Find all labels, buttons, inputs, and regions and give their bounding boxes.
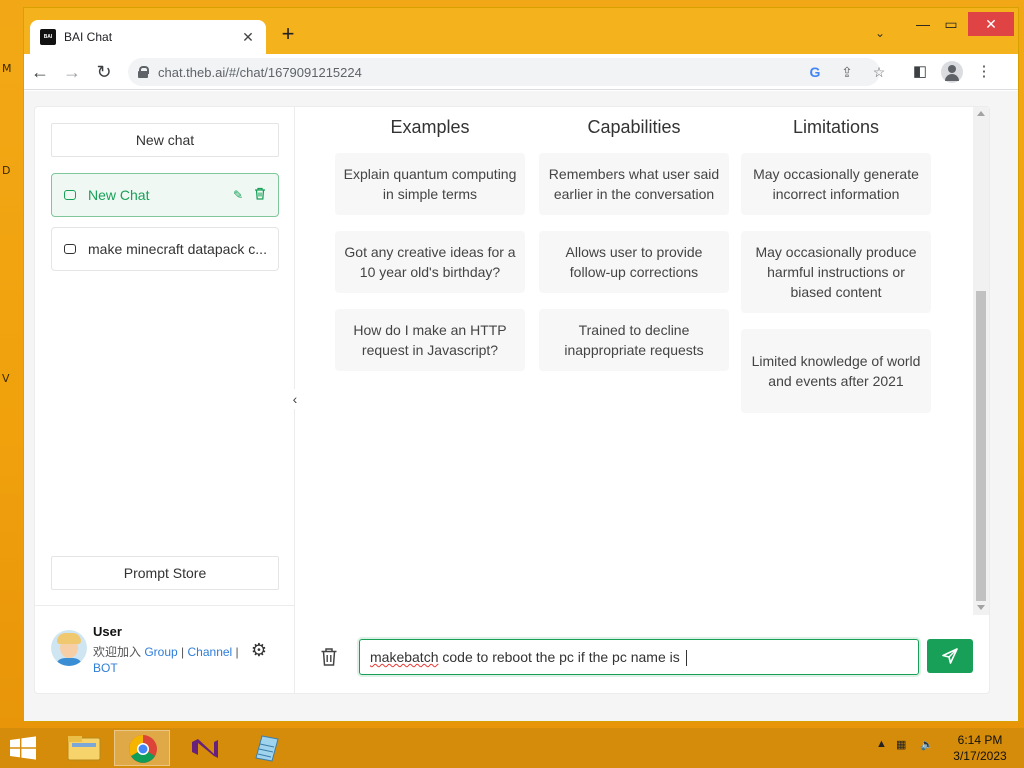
chat-bubble-icon [64, 190, 76, 200]
page-content: New chat New Chat ✎ make minecraft datap… [24, 91, 1018, 721]
column-heading-examples: Examples [390, 117, 470, 137]
favicon-icon: BAI [40, 29, 56, 45]
new-tab-button[interactable]: + [276, 23, 300, 47]
network-icon[interactable]: ▦ [896, 738, 906, 751]
browser-tab[interactable]: BAI BAI Chat ✕ [30, 20, 266, 54]
input-bar: makebatch code to reboot the pc if the p… [295, 633, 989, 683]
desktop-edge-letter: M [2, 62, 12, 75]
windows-start-icon[interactable] [8, 736, 38, 760]
forward-arrow-icon[interactable]: → [60, 60, 84, 84]
share-icon[interactable]: ⇪ [836, 58, 858, 86]
side-panel-icon[interactable]: ◧ [908, 60, 932, 84]
bot-link[interactable]: BOT [93, 661, 118, 675]
clear-chat-trash-icon[interactable] [320, 647, 340, 667]
example-prompt-card[interactable]: Got any creative ideas for a 10 year old… [335, 231, 525, 293]
limitation-card: May occasionally produce harmful instruc… [741, 231, 931, 313]
taskbar: ▲ ▦ 🔈 6:14 PM 3/17/2023 [0, 728, 1024, 768]
chat-list-item[interactable]: New Chat ✎ [51, 173, 279, 217]
chat-item-label: make minecraft datapack c... [88, 241, 267, 257]
send-paper-plane-icon [942, 648, 958, 664]
volume-icon[interactable]: 🔈 [920, 738, 934, 751]
back-arrow-icon[interactable]: ← [28, 60, 52, 84]
edit-pencil-icon[interactable]: ✎ [230, 187, 246, 203]
chrome-icon[interactable] [114, 730, 170, 766]
prompt-store-button[interactable]: Prompt Store [51, 556, 279, 590]
reload-icon[interactable]: ↻ [92, 60, 116, 84]
chat-item-label: New Chat [88, 187, 150, 203]
profile-icon[interactable] [940, 60, 964, 84]
message-input[interactable]: makebatch code to reboot the pc if the p… [359, 639, 919, 675]
close-window-button[interactable]: ✕ [968, 12, 1014, 36]
misspelled-word: makebatch [370, 649, 439, 665]
browser-window: BAI BAI Chat ✕ + ⌄ — ▭ ✕ ← → ↻ chat.theb… [24, 8, 1018, 721]
menu-kebab-icon[interactable]: ⋮ [972, 60, 996, 84]
lock-icon[interactable] [138, 66, 149, 78]
channel-link[interactable]: Channel [188, 645, 233, 659]
minimize-button[interactable]: — [910, 12, 936, 36]
maximize-button[interactable]: ▭ [938, 12, 964, 36]
example-prompt-card[interactable]: How do I make an HTTP request in Javascr… [335, 309, 525, 371]
clock-date: 3/17/2023 [953, 749, 1007, 763]
scroll-down-arrow-icon[interactable] [977, 605, 985, 610]
scrollbar[interactable] [973, 107, 989, 615]
address-bar[interactable]: chat.theb.ai/#/chat/1679091215224 G ⇪ ☆ [128, 58, 885, 86]
desktop-edge-letter: D [2, 164, 11, 177]
column-heading-capabilities: Capabilities [587, 117, 681, 137]
capability-card: Allows user to provide follow-up correct… [539, 231, 729, 293]
text-caret [685, 650, 687, 667]
capability-card: Trained to decline inappropriate request… [539, 309, 729, 371]
column-heading-limitations: Limitations [792, 117, 880, 137]
notepad-icon[interactable] [238, 730, 294, 766]
chat-main: Examples Capabilities Limitations Explai… [295, 107, 989, 693]
settings-gear-icon[interactable]: ⚙ [249, 640, 269, 660]
bookmark-star-icon[interactable]: ☆ [868, 58, 890, 86]
google-lens-icon[interactable]: G [804, 58, 826, 86]
new-chat-button[interactable]: New chat [51, 123, 279, 157]
chat-app: New chat New Chat ✎ make minecraft datap… [34, 106, 990, 694]
tab-search-chevron-icon[interactable]: ⌄ [875, 26, 885, 40]
clock-time: 6:14 PM [957, 733, 1003, 747]
chat-list-item[interactable]: make minecraft datapack c... [51, 227, 279, 271]
user-name: User [93, 624, 122, 639]
input-text: code to reboot the pc if the pc name is [438, 649, 684, 665]
scrollbar-thumb[interactable] [976, 291, 986, 601]
system-clock[interactable]: 6:14 PM 3/17/2023 [940, 732, 1020, 764]
user-subtitle: 欢迎加入 Group | Channel | BOT [93, 644, 253, 676]
separator: | [232, 645, 239, 659]
show-hidden-icons-chevron-icon[interactable]: ▲ [876, 738, 887, 750]
send-button[interactable] [927, 639, 973, 673]
avatar[interactable] [51, 630, 87, 666]
visual-studio-icon[interactable] [176, 730, 232, 766]
delete-trash-icon[interactable] [252, 187, 268, 203]
capability-card: Remembers what user said earlier in the … [539, 153, 729, 215]
example-prompt-card[interactable]: Explain quantum computing in simple term… [335, 153, 525, 215]
url-text[interactable]: chat.theb.ai/#/chat/1679091215224 [158, 65, 362, 80]
scroll-up-arrow-icon[interactable] [977, 111, 985, 116]
limitation-card: Limited knowledge of world and events af… [741, 329, 931, 413]
separator: | [177, 645, 188, 659]
file-explorer-icon[interactable] [56, 730, 112, 766]
user-panel: User 欢迎加入 Group | Channel | BOT ⚙ [35, 605, 294, 693]
desktop-edge-letter: V [2, 372, 10, 385]
browser-titlebar: BAI BAI Chat ✕ + ⌄ — ▭ ✕ [24, 8, 1018, 54]
tab-title: BAI Chat [64, 30, 113, 44]
browser-toolbar: ← → ↻ chat.theb.ai/#/chat/1679091215224 … [24, 54, 1018, 90]
chat-bubble-icon [64, 244, 76, 254]
sidebar: New chat New Chat ✎ make minecraft datap… [35, 107, 295, 693]
welcome-text: 欢迎加入 [93, 645, 145, 659]
tab-close-icon[interactable]: ✕ [240, 29, 256, 46]
group-link[interactable]: Group [144, 645, 177, 659]
limitation-card: May occasionally generate incorrect info… [741, 153, 931, 215]
